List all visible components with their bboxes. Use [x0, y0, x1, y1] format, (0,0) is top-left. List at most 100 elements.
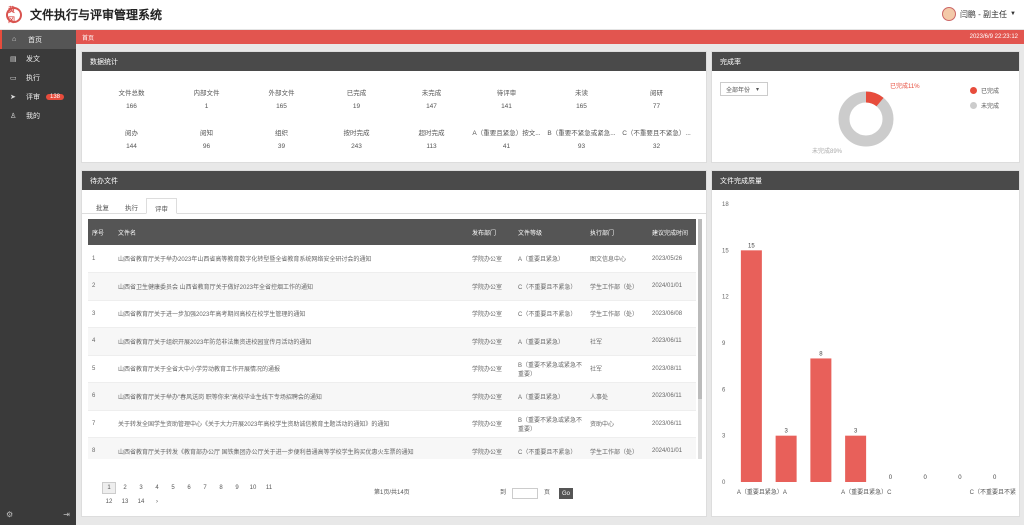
tab-execute[interactable]: 执行 — [117, 198, 146, 213]
table-cell: C（不重要且不紧急） — [514, 272, 586, 301]
todo-panel-title: 待办文件 — [82, 171, 706, 190]
file-name-link[interactable]: 山西省卫生健康委员会 山西省教育厅关于做好2023年全省控烟工作的通知 — [114, 272, 468, 301]
app-logo: 黄冈 — [6, 6, 22, 24]
bar-value-label: 3 — [854, 429, 858, 435]
bar-value-label: 0 — [993, 475, 997, 481]
sidebar-item-2[interactable]: ▭ 执行 — [0, 68, 76, 87]
stat-item: A（重要且紧急）按文... 41 — [469, 119, 544, 159]
file-name-link[interactable]: 山西省教育厅关于转发《教育部办公厅 国铁集团办公厅关于进一步便利普通高等学校学生… — [114, 437, 468, 459]
page-button[interactable]: 12 — [102, 496, 116, 508]
bar[interactable] — [845, 435, 867, 482]
table-row[interactable]: 2 山西省卫生健康委员会 山西省教育厅关于做好2023年全省控烟工作的通知 学院办公… — [88, 272, 696, 301]
table-cell: 学院办公室 — [468, 245, 514, 273]
current-datetime: 2023/6/9 22:23:12 — [969, 34, 1018, 40]
table-cell: 学院办公室 — [468, 437, 514, 459]
todo-panel: 待办文件 批复 执行 评审 序号 文件名 发布部门 文件等级 执行部门 建议完成时间 1山… — [81, 170, 707, 517]
page-button[interactable]: 4 — [150, 482, 164, 494]
stat-label: 未完成 — [421, 90, 442, 97]
x-tick-label: A（重要且紧急）C — [841, 488, 892, 496]
stat-label: 未读 — [575, 90, 588, 97]
file-name-link[interactable]: 山西省教育厅关于全省大中小学劳动教育工作开展情况的通报 — [114, 355, 468, 383]
chevron-down-icon: ▼ — [1010, 11, 1016, 17]
bar[interactable] — [775, 435, 797, 482]
column-header: 文件等级 — [514, 219, 586, 245]
scrollbar-thumb[interactable] — [698, 219, 702, 399]
file-name-link[interactable]: 关于转发全国学生资助管理中心《关于大力开展2023年高校学生资助诚信教育主题活动… — [114, 410, 468, 438]
stat-item: 阅研 77 — [619, 79, 694, 119]
todo-table: 序号 文件名 发布部门 文件等级 执行部门 建议完成时间 1 山西省教育厅关于举办2023年… — [88, 219, 696, 459]
page-button[interactable]: 2 — [118, 482, 132, 494]
breadcrumb-home[interactable]: 首页 — [82, 33, 94, 42]
bar-value-label: 15 — [748, 243, 755, 249]
table-cell: 2023/06/11 — [648, 327, 696, 356]
table-cell: 5 — [88, 355, 114, 383]
keyboard-icon: ▭ — [10, 74, 17, 82]
tab-approve[interactable]: 批复 — [88, 198, 117, 213]
home-icon: ⌂ — [12, 36, 17, 43]
page-button[interactable]: 5 — [166, 482, 180, 494]
table-cell: 2023/06/08 — [648, 300, 696, 328]
stat-value: 165 — [576, 103, 587, 110]
table-cell: 人事处 — [586, 382, 648, 411]
table-row[interactable]: 1 山西省教育厅关于举办2023年山西省高等教育数字化转型暨全省教育系统网络安全研… — [88, 245, 696, 273]
sidebar-item-3[interactable]: ➤ 评审 138 — [0, 87, 76, 106]
table-row[interactable]: 3 山西省教育厅关于进一步加强2023年高考期间高校在校学生管理的通知 学院办公室 C… — [88, 300, 696, 328]
sidebar-item-label: 我的 — [26, 112, 40, 120]
table-scrollbar[interactable] — [698, 219, 702, 459]
stat-label: 阅办 — [125, 130, 138, 137]
page-button[interactable]: 7 — [198, 482, 212, 494]
page-button[interactable]: 6 — [182, 482, 196, 494]
page-button[interactable]: 13 — [118, 496, 132, 508]
legend-done[interactable]: 已完成 — [969, 86, 999, 95]
bar[interactable] — [740, 250, 762, 482]
sidebar-item-4[interactable]: ♙ 我的 — [0, 106, 76, 125]
review-count-badge: 138 — [46, 93, 65, 100]
table-row[interactable]: 5 山西省教育厅关于全省大中小学劳动教育工作开展情况的通报 学院办公室 B（重要不紧急… — [88, 355, 696, 383]
gear-icon[interactable]: ⚙ — [6, 510, 13, 519]
nav-list: ⌂ 首页 ▤ 发文 ▭ 执行 ➤ 评审 138 ♙ 我的 — [0, 30, 76, 125]
table-row[interactable]: 7 关于转发全国学生资助管理中心《关于大力开展2023年高校学生资助诚信教育主题活… — [88, 410, 696, 438]
table-row[interactable]: 8 山西省教育厅关于转发《教育部办公厅 国铁集团办公厅关于进一步便利普通高等学校学… — [88, 437, 696, 459]
y-tick-label: 0 — [722, 480, 726, 486]
bar-value-label: 0 — [958, 475, 962, 481]
legend-undone[interactable]: 未完成 — [969, 101, 999, 110]
table-header: 序号 文件名 发布部门 文件等级 执行部门 建议完成时间 — [88, 219, 696, 245]
table-row[interactable]: 4 山西省教育厅关于组织开展2023年防范非法集资进校园宣传月活动的通知 学院办公室… — [88, 327, 696, 356]
table-cell: C（不重要且不紧急） — [514, 300, 586, 328]
page-button[interactable]: 9 — [230, 482, 244, 494]
file-name-link[interactable]: 山西省教育厅关于组织开展2023年防范非法集资进校园宣传月活动的通知 — [114, 327, 468, 356]
column-header: 执行部门 — [586, 219, 648, 245]
page-button[interactable]: 1 — [102, 482, 116, 494]
logout-icon[interactable]: ⇥ — [63, 510, 70, 519]
column-header: 发布部门 — [468, 219, 514, 245]
table-cell: 学院办公室 — [468, 327, 514, 356]
stat-item: 内部文件 1 — [169, 79, 244, 119]
stat-item: 文件总数 166 — [94, 79, 169, 119]
stat-item: C（不重要且不紧急）... 32 — [619, 119, 694, 159]
table-row[interactable]: 6 山西省教育厅关于举办"春风送岗 职等你来"高校毕业生线下专场招聘会的通知 学院办… — [88, 382, 696, 411]
table-cell: 2 — [88, 272, 114, 301]
table-cell: 3 — [88, 300, 114, 328]
file-name-link[interactable]: 山西省教育厅关于举办2023年山西省高等教育数字化转型暨全省教育系统网络安全研讨… — [114, 245, 468, 273]
stat-label: C（不重要且不紧急）... — [622, 130, 691, 137]
page-button[interactable]: 8 — [214, 482, 228, 494]
sidebar-item-label: 发文 — [26, 55, 40, 63]
page-button[interactable]: 10 — [246, 482, 260, 494]
page-button[interactable]: 14 — [134, 496, 148, 508]
file-name-link[interactable]: 山西省教育厅关于举办"春风送岗 职等你来"高校毕业生线下专场招聘会的通知 — [114, 382, 468, 411]
next-page-icon[interactable]: › — [150, 496, 164, 508]
go-button[interactable]: Go — [559, 488, 573, 499]
bar[interactable] — [810, 358, 832, 482]
sidebar-item-0[interactable]: ⌂ 首页 — [0, 30, 76, 49]
x-tick-label: C（不重要且不紧 — [970, 488, 1016, 496]
goto-page-input[interactable] — [512, 488, 538, 499]
sidebar-item-1[interactable]: ▤ 发文 — [0, 49, 76, 68]
page-button[interactable]: 11 — [262, 482, 276, 494]
file-name-link[interactable]: 山西省教育厅关于进一步加强2023年高考期间高校在校学生管理的通知 — [114, 300, 468, 328]
user-menu[interactable]: 闫鹏 - 副主任 ▼ — [941, 7, 1016, 21]
stat-item: 已完成 19 — [319, 79, 394, 119]
table-cell: 1 — [88, 245, 114, 273]
page-button[interactable]: 3 — [134, 482, 148, 494]
tab-review[interactable]: 评审 — [146, 198, 177, 214]
stat-value: 243 — [351, 143, 362, 150]
